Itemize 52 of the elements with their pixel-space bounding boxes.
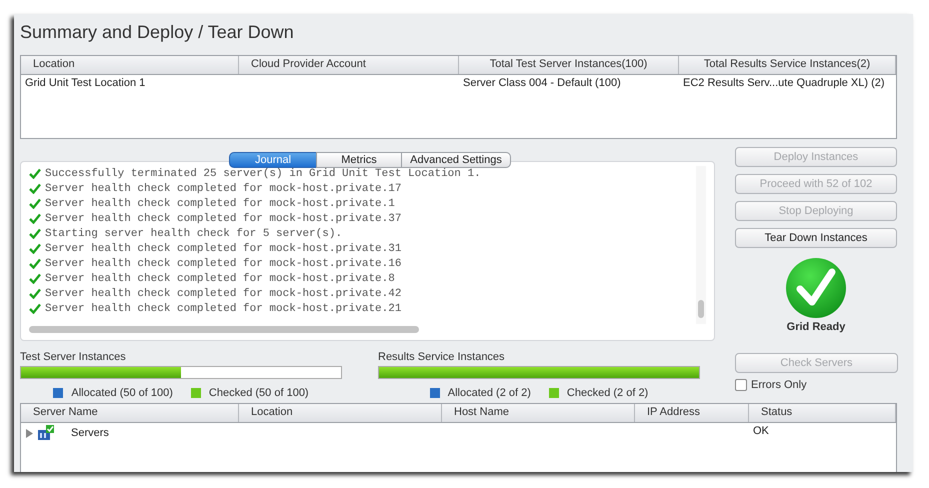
column-header[interactable]: Host Name: [442, 404, 635, 422]
column-header[interactable]: Location: [21, 56, 239, 74]
checkbox[interactable]: [735, 379, 747, 391]
check-icon: [29, 258, 41, 269]
legend-label: Allocated (50 of 100): [71, 387, 173, 399]
log-line: Server health check completed for mock-host.private.21: [45, 302, 402, 314]
vertical-scrollbar[interactable]: [696, 166, 706, 324]
check-icon: [29, 168, 41, 179]
column-header[interactable]: Location: [239, 404, 442, 422]
action-button[interactable]: Tear Down Instances: [735, 228, 897, 248]
column-header[interactable]: Cloud Provider Account: [239, 56, 459, 74]
check-icon: [29, 273, 41, 284]
column-header[interactable]: Total Results Service Instances(2): [679, 56, 896, 74]
log-line: Starting server health check for 5 server(s).: [45, 228, 342, 240]
column-header[interactable]: Server Name: [21, 404, 239, 422]
server-group-icon: [37, 425, 55, 441]
check-icon: [29, 183, 41, 194]
check-icon: [29, 288, 41, 299]
status-label: Grid Ready: [786, 321, 846, 333]
progress-label: Results Service Instances: [378, 351, 506, 363]
log-line: Server health check completed for mock-host.private.37: [45, 212, 402, 224]
legend-label: Checked (50 of 100): [208, 387, 309, 399]
check-icon: [29, 303, 41, 314]
checkmark-icon: [785, 257, 847, 319]
checkbox-label[interactable]: Errors Only: [751, 379, 807, 391]
legend-label: Allocated (2 of 2): [448, 387, 531, 399]
log-line: Server health check completed for mock-host.private.42: [45, 288, 402, 300]
window-title: Summary and Deploy / Tear Down: [20, 22, 295, 43]
tab[interactable]: Metrics: [316, 152, 402, 168]
tab[interactable]: Journal: [229, 152, 317, 168]
tab[interactable]: Advanced Settings: [401, 152, 511, 168]
check-icon: [29, 198, 41, 209]
column-header[interactable]: Total Test Server Instances(100): [459, 56, 679, 74]
log-line: Server health check completed for mock-host.private.31: [45, 242, 402, 254]
log-line: Server health check completed for mock-host.private.17: [45, 182, 402, 194]
table-cell-text: EC2 Results Serv...ute Quadruple XL) (2): [682, 76, 886, 91]
column-header[interactable]: Status: [749, 404, 896, 422]
legend-label: Checked (2 of 2): [566, 387, 648, 399]
check-icon: [29, 243, 41, 254]
table-cell-text: Server Class 004 - Default (100): [462, 76, 622, 91]
log-line: Server health check completed for mock-host.private.8: [45, 272, 395, 284]
log-line: Server health check completed for mock-host.private.16: [45, 258, 402, 270]
log-line: Successfully terminated 25 server(s) in Grid Unit Test Location 1.: [45, 168, 481, 180]
check-icon: [29, 213, 41, 224]
check-icon: [29, 228, 41, 239]
progress-label: Test Server Instances: [20, 351, 127, 363]
log-line: Server health check completed for mock-host.private.1: [45, 198, 395, 210]
table-cell-text: OK: [752, 424, 770, 439]
expand-triangle-icon[interactable]: [25, 428, 33, 438]
table-cell-text: Grid Unit Test Location 1: [24, 76, 146, 91]
table-cell: Servers: [71, 427, 109, 439]
column-header[interactable]: IP Address: [635, 404, 749, 422]
